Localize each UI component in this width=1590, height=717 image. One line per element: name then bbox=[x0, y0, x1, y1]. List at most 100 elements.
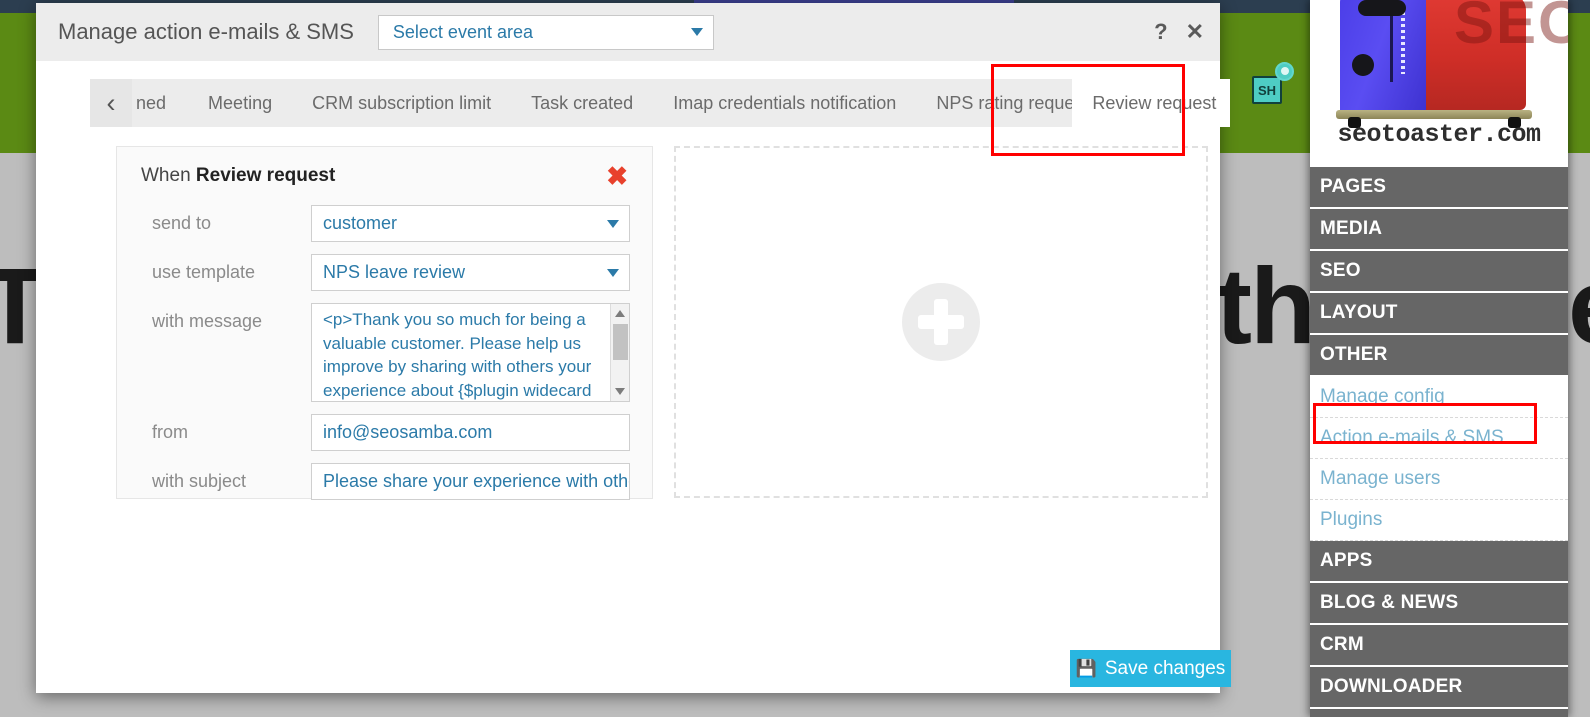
sidebar-item-apps[interactable]: APPS bbox=[1310, 541, 1568, 583]
tab-label: ned bbox=[136, 92, 167, 113]
sidebar-item-label: MEDIA bbox=[1320, 218, 1383, 239]
chevron-down-icon bbox=[690, 28, 703, 36]
sidebar-item-plugins[interactable]: Plugins bbox=[1310, 500, 1568, 541]
tab-nps-rating-request[interactable]: NPS rating request bbox=[916, 79, 1073, 127]
field-row-from: from info@seosamba.com bbox=[129, 414, 630, 451]
admin-sidebar: SEO seotoaster.com PAGES MEDIA SEO LAYOUT OT… bbox=[1310, 0, 1568, 717]
chevron-down-icon bbox=[607, 219, 619, 228]
from-value: info@seosamba.com bbox=[323, 422, 493, 442]
sidebar-item-action-e-mails-sms[interactable]: Action e-mails & SMS bbox=[1310, 418, 1568, 459]
sidebar-item-manage-config[interactable]: Manage config bbox=[1310, 377, 1568, 418]
toaster-lever bbox=[1358, 0, 1406, 16]
form-close-icon[interactable]: ✖ bbox=[606, 163, 628, 189]
with-message-value: <p>Thank you so much for being a valuabl… bbox=[323, 310, 592, 400]
dialog-header-icons: ? ✕ bbox=[1154, 21, 1204, 43]
scroll-up-arrow-icon[interactable] bbox=[615, 310, 625, 317]
sidebar-item-downloader[interactable]: DOWNLOADER bbox=[1310, 667, 1568, 709]
from-input[interactable]: info@seosamba.com bbox=[311, 414, 630, 451]
tab-label: NPS rating request bbox=[936, 92, 1073, 113]
tab-ned[interactable]: ned bbox=[132, 79, 189, 127]
sidebar-item-label: Action e-mails & SMS bbox=[1320, 427, 1504, 448]
sh-badge-dot-icon bbox=[1275, 62, 1294, 81]
tab-label: Task created bbox=[531, 92, 634, 113]
sidebar-item-label: DOWNLOADER bbox=[1320, 676, 1463, 697]
sidebar-item-blog-news[interactable]: BLOG & NEWS bbox=[1310, 583, 1568, 625]
send-to-select[interactable]: customer bbox=[311, 205, 630, 242]
review-request-form: When Review request ✖ send to customer u… bbox=[116, 146, 653, 500]
sidebar-item-other[interactable]: OTHER bbox=[1310, 335, 1568, 377]
sidebar-item-label: Manage config bbox=[1320, 386, 1445, 407]
sidebar-item-form-to-pdf[interactable]: FORM TO PDF bbox=[1310, 709, 1568, 717]
with-message-textarea[interactable]: <p>Thank you so much for being a valuabl… bbox=[311, 303, 630, 402]
template-dropzone[interactable] bbox=[674, 146, 1208, 498]
sidebar-item-label: BLOG & NEWS bbox=[1320, 592, 1459, 613]
dialog-header: Manage action e-mails & SMS Select event… bbox=[36, 3, 1220, 61]
sidebar-item-label: Plugins bbox=[1320, 509, 1383, 530]
close-icon[interactable]: ✕ bbox=[1186, 21, 1204, 43]
label-with-message: with message bbox=[152, 311, 263, 331]
sh-badge-icon[interactable]: SH bbox=[1252, 76, 1282, 104]
use-template-value: NPS leave review bbox=[323, 262, 466, 282]
sidebar-item-label: APPS bbox=[1320, 550, 1373, 571]
sidebar-item-media[interactable]: MEDIA bbox=[1310, 209, 1568, 251]
tab-label: Imap credentials notification bbox=[673, 92, 897, 113]
textarea-scrollbar[interactable] bbox=[610, 304, 629, 401]
event-area-select-value: Select event area bbox=[392, 21, 533, 42]
seotoaster-logo: SEO seotoaster.com bbox=[1310, 0, 1568, 167]
tabs-list: ned Meeting CRM subscription limit Task cre… bbox=[132, 79, 1230, 127]
use-template-select[interactable]: NPS leave review bbox=[311, 254, 630, 291]
form-heading-name: Review request bbox=[195, 165, 336, 186]
toaster-illustration-icon: SEO bbox=[1336, 0, 1568, 128]
sidebar-item-label: CRM bbox=[1320, 634, 1364, 655]
floppy-disk-icon: 💾 bbox=[1075, 658, 1097, 678]
plus-icon[interactable] bbox=[902, 283, 980, 361]
scrollbar-thumb[interactable] bbox=[613, 324, 628, 360]
toaster-dots bbox=[1401, 12, 1405, 74]
form-heading-prefix: When bbox=[141, 165, 196, 186]
field-row-send-to: send to customer bbox=[129, 205, 630, 242]
toaster-base bbox=[1336, 110, 1532, 119]
tab-label: Review request bbox=[1092, 92, 1217, 113]
tab-crm-subscription-limit[interactable]: CRM subscription limit bbox=[292, 79, 512, 127]
save-changes-button[interactable]: 💾 Save changes bbox=[1070, 650, 1231, 687]
scroll-down-arrow-icon[interactable] bbox=[615, 388, 625, 395]
with-subject-value: Please share your experience with othe bbox=[323, 471, 630, 491]
field-row-use-template: use template NPS leave review bbox=[129, 254, 630, 291]
label-use-template: use template bbox=[152, 262, 256, 282]
tab-label: Meeting bbox=[208, 92, 273, 113]
chevron-down-icon bbox=[607, 268, 619, 277]
form-heading: When Review request bbox=[141, 165, 335, 187]
tab-review-request[interactable]: Review request bbox=[1072, 79, 1230, 127]
tab-meeting[interactable]: Meeting bbox=[188, 79, 293, 127]
admin-menu: PAGES MEDIA SEO LAYOUT OTHER Manage config Act… bbox=[1310, 167, 1568, 717]
screen-root: Thank you for joining us this week! SH S… bbox=[0, 0, 1590, 717]
tabs-prev-arrow-icon[interactable]: ‹ bbox=[90, 79, 132, 127]
field-row-with-subject: with subject Please share your experienc… bbox=[129, 463, 630, 500]
event-area-select[interactable]: Select event area bbox=[377, 14, 714, 50]
tab-label: CRM subscription limit bbox=[312, 92, 492, 113]
help-icon[interactable]: ? bbox=[1154, 21, 1167, 43]
event-tabs: ‹ ned Meeting CRM subscription limit Task c… bbox=[90, 79, 1230, 127]
send-to-value: customer bbox=[323, 213, 398, 233]
sidebar-item-manage-users[interactable]: Manage users bbox=[1310, 459, 1568, 500]
save-changes-label: Save changes bbox=[1104, 657, 1226, 679]
with-subject-input[interactable]: Please share your experience with othe bbox=[311, 463, 630, 500]
sidebar-item-seo[interactable]: SEO bbox=[1310, 251, 1568, 293]
tab-task-created[interactable]: Task created bbox=[511, 79, 654, 127]
manage-action-emails-dialog: Manage action e-mails & SMS Select event… bbox=[36, 3, 1231, 693]
logo-wordmark: seotoaster.com bbox=[1337, 120, 1541, 149]
tab-imap-credentials-notification[interactable]: Imap credentials notification bbox=[653, 79, 917, 127]
sidebar-item-label: Manage users bbox=[1320, 468, 1441, 489]
sidebar-item-label: LAYOUT bbox=[1320, 302, 1398, 323]
sidebar-item-crm[interactable]: CRM bbox=[1310, 625, 1568, 667]
sidebar-item-label: OTHER bbox=[1320, 344, 1388, 365]
sidebar-item-pages[interactable]: PAGES bbox=[1310, 167, 1568, 209]
label-send-to: send to bbox=[152, 213, 212, 233]
field-row-with-message: with message <p>Thank you so much for be… bbox=[129, 303, 630, 402]
sidebar-item-label: PAGES bbox=[1320, 176, 1387, 197]
toaster-knob bbox=[1352, 54, 1374, 76]
label-with-subject: with subject bbox=[152, 471, 247, 491]
sidebar-item-layout[interactable]: LAYOUT bbox=[1310, 293, 1568, 335]
form-heading-row: When Review request ✖ bbox=[129, 163, 630, 189]
label-from: from bbox=[152, 422, 188, 442]
